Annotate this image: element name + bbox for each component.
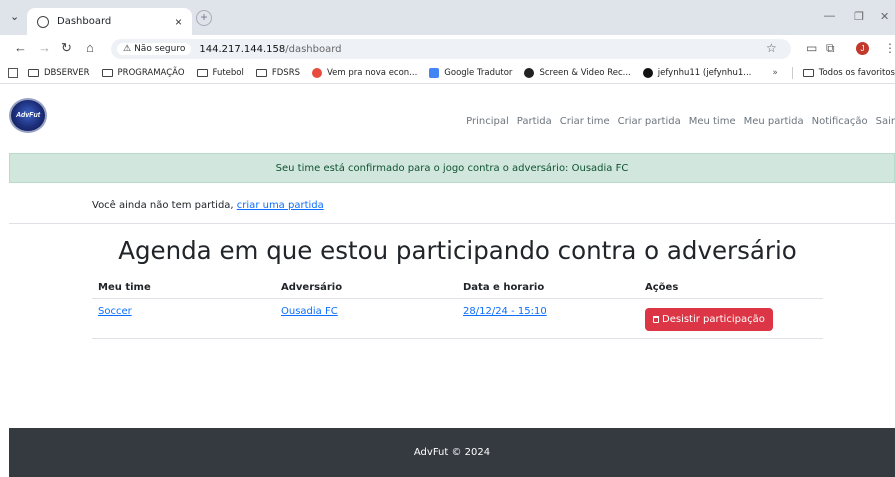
extensions-icon[interactable]: ⧉ (826, 41, 835, 56)
security-label: Não seguro (134, 44, 186, 54)
folder-icon (802, 69, 814, 77)
nav-item-principal[interactable]: Principal (466, 116, 509, 127)
cast-icon[interactable]: ▭ (806, 41, 817, 55)
bookmark-google-tradutor[interactable]: Google Tradutor (429, 67, 513, 78)
cell-team: Soccer (92, 306, 275, 317)
minimize-icon[interactable]: — (824, 10, 835, 22)
column-header-meu-time: Meu time (98, 281, 151, 293)
url-path: /dashboard (285, 43, 342, 55)
bookmark-star-icon[interactable]: ☆ (766, 41, 777, 55)
bookmark-screen-recorder[interactable]: Screen & Video Rec... (524, 67, 631, 78)
reload-icon[interactable]: ↻ (61, 40, 72, 56)
bookmarks-right: » Todos os favoritos (766, 62, 895, 83)
bookmark-label: PROGRAMAÇÃO (117, 67, 185, 78)
github-icon (642, 67, 653, 78)
bookmark-fdsrs[interactable]: FDSRS (255, 67, 300, 78)
column-header-acoes: Ações (645, 281, 679, 293)
nav-menu: Principal Partida Criar time Criar parti… (466, 116, 895, 127)
bookmark-label: Screen & Video Rec... (539, 67, 631, 78)
bookmark-label: jefynhu11 (jefynhu1... (657, 67, 752, 78)
agenda-table: Meu time Adversário Data e horario Ações… (92, 276, 823, 339)
folder-icon (28, 68, 39, 77)
nav-item-notificacao[interactable]: Notificação (812, 116, 868, 127)
page-title: Agenda em que estou participando contra … (118, 236, 797, 265)
folder-icon (101, 68, 113, 77)
site-icon (312, 67, 322, 78)
bookmark-label: Futebol (212, 67, 244, 78)
datetime-link[interactable]: 28/12/24 - 15:10 (463, 306, 547, 317)
close-window-icon[interactable]: ✕ (880, 10, 889, 23)
divider (791, 67, 793, 79)
nav-item-sair[interactable]: Sair (876, 116, 895, 127)
nav-item-partida[interactable]: Partida (517, 116, 552, 127)
bookmarks-bar: DBSERVER PROGRAMAÇÃO Futebol FDSRS Vem p… (0, 62, 895, 84)
globe-icon (37, 15, 49, 28)
address-bar-row: ← → ↻ ⌂ ⚠ Não seguro 144.217.144.158 /da… (0, 35, 895, 62)
bookmarks-overflow-icon[interactable]: » (773, 68, 778, 78)
tab-close-icon[interactable]: × (175, 15, 182, 29)
site-navbar: AdvFut Principal Partida Criar time Cria… (0, 85, 895, 147)
bookmark-nova-economia[interactable]: Vem pra nova econ... (312, 67, 418, 78)
table-row: Soccer Ousadia FC 28/12/24 - 15:10 Desis… (92, 299, 823, 339)
site-footer: AdvFut © 2024 (9, 428, 895, 477)
bookmark-futebol[interactable]: Futebol (196, 67, 244, 78)
record-icon (524, 67, 535, 78)
new-tab-button[interactable]: + (196, 10, 212, 26)
bookmark-dbserver[interactable]: DBSERVER (28, 68, 90, 78)
trash-icon (653, 316, 659, 323)
no-match-text: Você ainda não tem partida, (92, 200, 234, 211)
team-link[interactable]: Soccer (98, 306, 132, 317)
all-bookmarks[interactable]: Todos os favoritos (802, 68, 895, 78)
withdraw-button[interactable]: Desistir participação (645, 308, 773, 331)
browser-tab[interactable]: Dashboard × (27, 8, 192, 35)
divider (9, 223, 895, 224)
cell-opponent: Ousadia FC (275, 306, 457, 317)
nav-item-criar-partida[interactable]: Criar partida (618, 116, 681, 127)
column-header-adversario: Adversário (281, 281, 343, 293)
nav-item-meu-partida[interactable]: Meu partida (744, 116, 804, 127)
back-icon[interactable]: ← (14, 40, 27, 55)
restore-icon[interactable]: ❐ (854, 10, 864, 23)
cell-actions: Desistir participação (639, 306, 823, 331)
column-header-data: Data e horario (463, 281, 545, 293)
security-chip[interactable]: ⚠ Não seguro (117, 43, 192, 55)
folder-icon (196, 68, 208, 77)
no-match-message: Você ainda não tem partida, criar uma pa… (92, 200, 324, 211)
bookmark-github[interactable]: jefynhu11 (jefynhu1... (642, 67, 752, 78)
opponent-link[interactable]: Ousadia FC (281, 306, 338, 317)
url-bar[interactable]: ⚠ Não seguro 144.217.144.158 /dashboard (111, 39, 791, 59)
folder-icon (255, 68, 267, 77)
bookmark-label: FDSRS (271, 67, 300, 78)
url-host: 144.217.144.158 (199, 43, 286, 55)
tab-search-chevron-icon[interactable]: ⌄ (10, 10, 19, 23)
bookmark-label: Todos os favoritos (818, 68, 895, 78)
bookmark-label: Google Tradutor (444, 67, 513, 78)
withdraw-label: Desistir participação (662, 314, 765, 325)
tab-title: Dashboard (57, 16, 112, 27)
table-header: Meu time Adversário Data e horario Ações (92, 276, 823, 299)
success-alert: Seu time está confirmado para o jogo con… (9, 153, 895, 183)
forward-icon[interactable]: → (38, 40, 51, 55)
profile-avatar[interactable]: J (856, 42, 869, 55)
warning-icon: ⚠ (123, 44, 132, 54)
nav-item-meu-time[interactable]: Meu time (689, 116, 736, 127)
bookmark-label: Vem pra nova econ... (327, 67, 418, 78)
home-icon[interactable]: ⌂ (86, 40, 94, 55)
bookmark-programacao[interactable]: PROGRAMAÇÃO (101, 67, 185, 78)
nav-item-criar-time[interactable]: Criar time (560, 116, 610, 127)
browser-menu-icon[interactable]: ⋮ (884, 41, 895, 55)
apps-grid-icon[interactable] (8, 67, 18, 78)
create-match-link[interactable]: criar uma partida (237, 200, 324, 211)
bookmark-label: DBSERVER (44, 67, 90, 78)
browser-tab-strip: ⌄ Dashboard × + — ❐ ✕ (0, 0, 895, 35)
advfut-logo[interactable]: AdvFut (9, 98, 47, 133)
translate-icon (429, 67, 440, 78)
cell-datetime: 28/12/24 - 15:10 (457, 306, 639, 317)
